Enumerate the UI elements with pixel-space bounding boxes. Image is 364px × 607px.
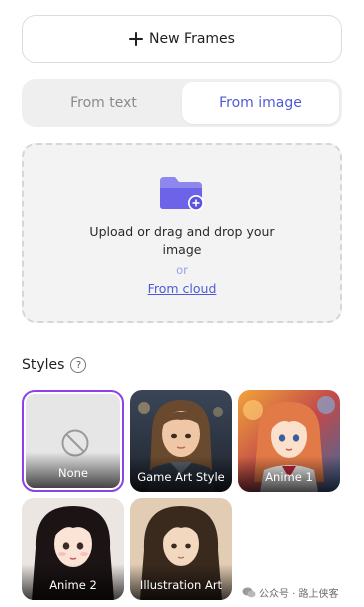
styles-title: Styles (22, 357, 65, 373)
folder-upload-icon (160, 177, 204, 211)
tab-from-text[interactable]: From text (25, 82, 182, 124)
style-card-illustration-art[interactable]: Illustration Art (130, 498, 232, 600)
styles-header: Styles ? (22, 357, 87, 373)
upload-instruction: Upload or drag and drop your image (89, 224, 275, 257)
plus-icon (129, 32, 144, 46)
wechat-icon (242, 587, 256, 598)
tab-from-image[interactable]: From image (182, 82, 339, 124)
style-card-anime-2[interactable]: Anime 2 (22, 498, 124, 600)
style-card-none[interactable]: None (22, 390, 124, 492)
new-frames-button[interactable]: New Frames (22, 15, 342, 63)
style-card-label: Anime 1 (238, 456, 340, 492)
style-card-label: Anime 2 (22, 564, 124, 600)
new-frames-label: New Frames (149, 31, 235, 47)
style-card-label: None (26, 452, 120, 488)
style-card-label: Illustration Art (130, 564, 232, 600)
style-card-game-art[interactable]: Game Art Style (130, 390, 232, 492)
source-tabs: From text From image (22, 79, 342, 127)
watermark: 公众号 · 路上侠客 (242, 585, 339, 600)
style-card-none-preview: None (26, 394, 120, 488)
style-card-anime-1[interactable]: Anime 1 (238, 390, 340, 492)
style-card-label: Game Art Style (130, 456, 232, 492)
watermark-text: 公众号 · 路上侠客 (259, 589, 339, 600)
upload-dropzone[interactable]: Upload or drag and drop your image or Fr… (22, 143, 342, 323)
or-separator: or (176, 263, 188, 277)
from-cloud-link[interactable]: From cloud (148, 281, 217, 296)
help-icon[interactable]: ? (70, 357, 87, 373)
